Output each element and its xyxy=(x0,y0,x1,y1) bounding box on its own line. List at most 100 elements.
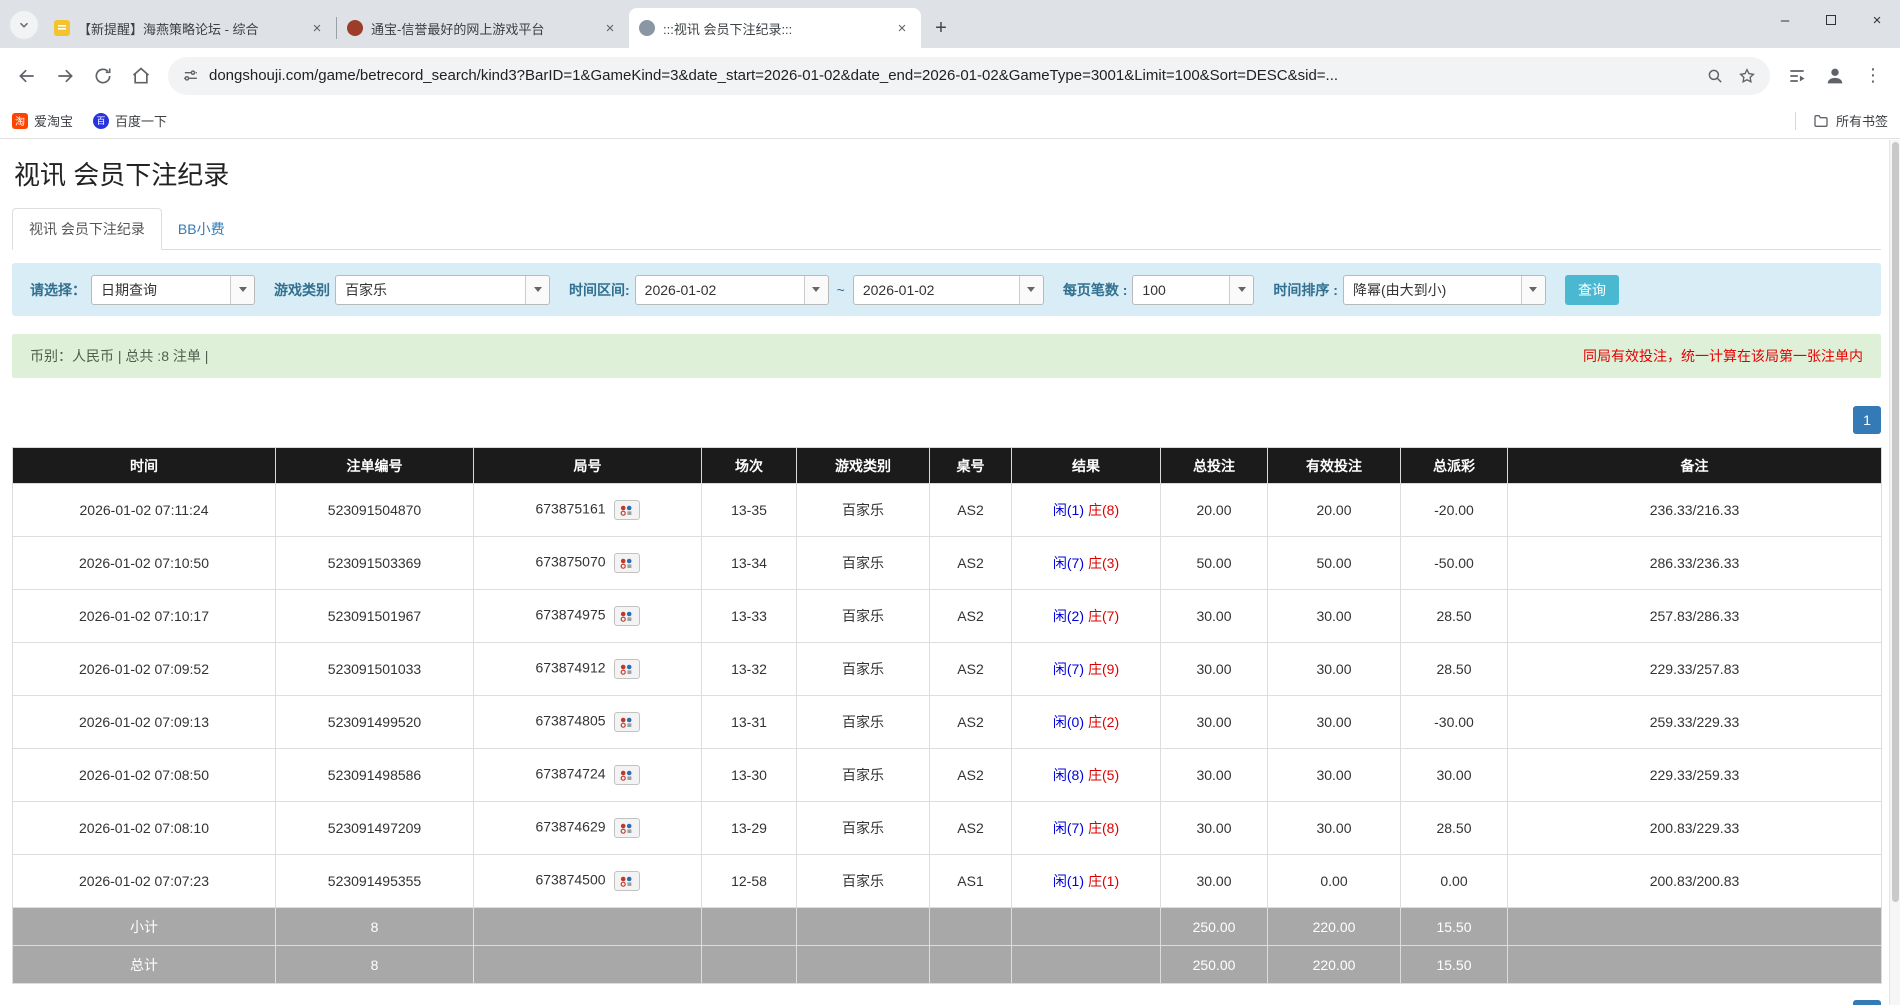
subtotal-total-bet: 250.00 xyxy=(1161,908,1268,946)
cell-remark: 200.83/200.83 xyxy=(1508,855,1882,908)
all-bookmarks-label: 所有书签 xyxy=(1836,111,1888,130)
url-text[interactable]: dongshouji.com/game/betrecord_search/kin… xyxy=(209,67,1692,84)
tab-bet-records[interactable]: 视讯 会员下注纪录 xyxy=(12,208,162,250)
new-tab-button[interactable]: + xyxy=(927,14,955,42)
result-banker: 庄(9) xyxy=(1088,661,1119,677)
cell-round: 673874500 xyxy=(474,855,702,908)
browser-tab-active[interactable]: :::视讯 会员下注纪录::: × xyxy=(629,8,921,48)
media-controls-icon xyxy=(1787,66,1807,86)
page-size-select[interactable]: 100 xyxy=(1132,275,1254,305)
lens-search-icon[interactable] xyxy=(1706,67,1724,85)
close-tab-icon[interactable]: × xyxy=(601,19,619,37)
currency-summary-text: 币别：人民币 | 总共 :8 注单 | xyxy=(30,346,208,366)
road-map-icon[interactable] xyxy=(614,606,640,626)
cell-remark: 229.33/257.83 xyxy=(1508,643,1882,696)
result-player: 闲(7) xyxy=(1053,820,1084,836)
all-bookmarks-button[interactable]: 所有书签 xyxy=(1795,111,1888,130)
round-number: 673874500 xyxy=(535,872,605,888)
cell-round: 673874629 xyxy=(474,802,702,855)
browser-tab-1[interactable]: 【新提醒】海燕策略论坛 - 综合 × xyxy=(44,8,336,48)
chevron-down-icon xyxy=(17,18,31,32)
forward-button[interactable] xyxy=(46,57,84,95)
chevron-down-icon[interactable] xyxy=(525,276,549,304)
road-map-icon[interactable] xyxy=(614,553,640,573)
chevron-down-icon[interactable] xyxy=(230,276,254,304)
maximize-button[interactable] xyxy=(1808,0,1854,40)
subtotal-valid-bet: 220.00 xyxy=(1268,908,1401,946)
tab-bb-tips[interactable]: BB小费 xyxy=(162,209,241,249)
table-row: 2026-01-02 07:08:10 523091497209 6738746… xyxy=(13,802,1882,855)
query-type-select[interactable]: 日期查询 xyxy=(91,275,255,305)
site-info-icon[interactable] xyxy=(182,67,199,84)
chevron-down-icon[interactable] xyxy=(1229,276,1253,304)
cell-table-no: AS2 xyxy=(930,643,1012,696)
search-button[interactable]: 查询 xyxy=(1565,275,1619,305)
address-bar[interactable]: dongshouji.com/game/betrecord_search/kin… xyxy=(168,57,1770,95)
bookmark-label: 百度一下 xyxy=(115,111,167,130)
col-session: 场次 xyxy=(702,448,797,484)
tab-title: :::视讯 会员下注纪录::: xyxy=(663,19,885,38)
browser-menu-button[interactable]: ⋮ xyxy=(1854,57,1892,95)
bookmark-aitaobao[interactable]: 淘 爱淘宝 xyxy=(12,111,73,130)
cell-session: 12-58 xyxy=(702,855,797,908)
cell-total-bet-link[interactable]: 30.00 xyxy=(1161,696,1268,749)
cell-session: 13-32 xyxy=(702,643,797,696)
bookmark-baidu[interactable]: 百 百度一下 xyxy=(93,111,167,130)
cell-valid-bet: 30.00 xyxy=(1268,696,1401,749)
table-row: 2026-01-02 07:09:13 523091499520 6738748… xyxy=(13,696,1882,749)
date-range-tilde: ~ xyxy=(837,282,845,298)
cell-valid-bet: 30.00 xyxy=(1268,643,1401,696)
minimize-button[interactable]: – xyxy=(1762,0,1808,40)
date-start-input[interactable]: 2026-01-02 xyxy=(635,275,829,305)
sort-order-select[interactable]: 降幂(由大到小) xyxy=(1343,275,1546,305)
media-controls-button[interactable] xyxy=(1778,57,1816,95)
page-1-button[interactable]: 1 xyxy=(1853,406,1881,434)
forum-favicon-icon xyxy=(54,20,70,36)
browser-tab-2[interactable]: 通宝-信誉最好的网上游戏平台 × xyxy=(337,8,629,48)
page-1-button-bottom[interactable]: 1 xyxy=(1853,1000,1881,1005)
cell-result: 闲(2)庄(7) xyxy=(1012,590,1161,643)
refresh-button[interactable] xyxy=(84,57,122,95)
close-tab-icon[interactable]: × xyxy=(893,19,911,37)
home-button[interactable] xyxy=(122,57,160,95)
tab-search-button[interactable] xyxy=(10,11,38,39)
chevron-down-icon[interactable] xyxy=(1521,276,1545,304)
table-row: 2026-01-02 07:11:24 523091504870 6738751… xyxy=(13,484,1882,537)
cell-total-bet-link[interactable]: 50.00 xyxy=(1161,537,1268,590)
bookmark-star-icon[interactable] xyxy=(1738,67,1756,85)
chevron-down-icon[interactable] xyxy=(1019,276,1043,304)
cell-total-bet-link[interactable]: 30.00 xyxy=(1161,749,1268,802)
cell-total-bet-link[interactable]: 30.00 xyxy=(1161,590,1268,643)
road-map-icon[interactable] xyxy=(614,818,640,838)
site-favicon-icon xyxy=(347,20,363,36)
close-window-button[interactable]: × xyxy=(1854,0,1900,40)
cell-total-bet-link[interactable]: 30.00 xyxy=(1161,802,1268,855)
road-map-icon[interactable] xyxy=(614,765,640,785)
subtotal-count: 8 xyxy=(276,908,474,946)
cell-game-type: 百家乐 xyxy=(797,802,930,855)
cell-result: 闲(7)庄(3) xyxy=(1012,537,1161,590)
result-banker: 庄(1) xyxy=(1088,873,1119,889)
back-button[interactable] xyxy=(8,57,46,95)
scrollbar-thumb[interactable] xyxy=(1892,142,1899,902)
road-map-icon[interactable] xyxy=(614,871,640,891)
avatar xyxy=(1824,65,1846,87)
cell-remark: 236.33/216.33 xyxy=(1508,484,1882,537)
close-tab-icon[interactable]: × xyxy=(308,19,326,37)
cell-total-bet-link[interactable]: 30.00 xyxy=(1161,643,1268,696)
date-end-input[interactable]: 2026-01-02 xyxy=(853,275,1044,305)
bookmarks-bar: 淘 爱淘宝 百 百度一下 所有书签 xyxy=(0,103,1900,139)
result-banker: 庄(5) xyxy=(1088,767,1119,783)
profile-button[interactable] xyxy=(1816,57,1854,95)
cell-total-bet-link[interactable]: 20.00 xyxy=(1161,484,1268,537)
road-map-icon[interactable] xyxy=(614,659,640,679)
table-row: 2026-01-02 07:08:50 523091498586 6738747… xyxy=(13,749,1882,802)
chevron-down-icon[interactable] xyxy=(804,276,828,304)
page-scrollbar[interactable] xyxy=(1889,140,1900,1005)
sort-order-value: 降幂(由大到小) xyxy=(1344,276,1521,304)
game-type-select[interactable]: 百家乐 xyxy=(335,275,550,305)
col-valid-bet: 有效投注 xyxy=(1268,448,1401,484)
road-map-icon[interactable] xyxy=(614,500,640,520)
road-map-icon[interactable] xyxy=(614,712,640,732)
cell-total-bet-link[interactable]: 30.00 xyxy=(1161,855,1268,908)
